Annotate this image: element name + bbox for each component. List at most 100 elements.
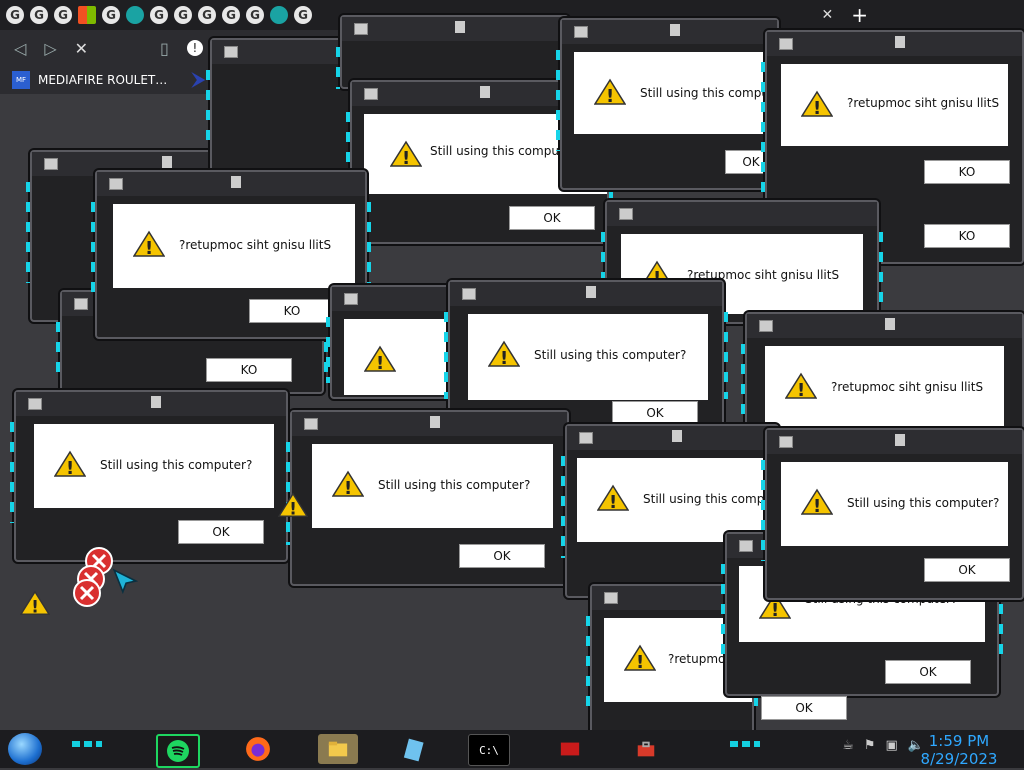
window-icon: [74, 298, 88, 310]
dialog-titlebar[interactable]: [342, 17, 567, 41]
ok-button[interactable]: KO: [924, 224, 1010, 248]
svg-text:!: !: [376, 353, 384, 373]
ok-button[interactable]: OK: [761, 696, 847, 720]
forward-icon[interactable]: ▷: [44, 39, 56, 58]
message-pane: ! Still using this computer?: [468, 314, 708, 400]
tab-icon[interactable]: G: [246, 6, 264, 24]
site-info-icon[interactable]: !: [186, 40, 203, 56]
alert-dialog[interactable]: ! Still using this computer? OK: [444, 280, 728, 429]
window-icon: [739, 540, 753, 552]
window-icon: [304, 418, 318, 430]
notes-icon[interactable]: [394, 734, 434, 764]
tab-icon[interactable]: G: [54, 6, 72, 24]
message-pane: ! Still using this computer?: [574, 52, 792, 134]
ok-button[interactable]: OK: [459, 544, 545, 568]
media-app-icon[interactable]: [550, 734, 590, 764]
dialog-titlebar[interactable]: [567, 426, 777, 450]
flag-icon[interactable]: ⚑: [864, 738, 876, 753]
firefox-icon[interactable]: [238, 734, 278, 764]
alert-dialog[interactable]: ! Still using this computer? OK: [761, 428, 1024, 600]
stop-loading-icon[interactable]: ✕: [75, 39, 88, 58]
toolbox-icon[interactable]: [626, 734, 666, 764]
window-icon: [354, 23, 368, 35]
start-button[interactable]: [8, 733, 42, 765]
warning-icon: !: [390, 140, 422, 168]
tab-icon[interactable]: [78, 6, 96, 24]
alert-dialog[interactable]: ! ?retupmoc siht gnisu llitS KO: [91, 170, 371, 339]
tab-icon[interactable]: G: [6, 6, 24, 24]
alert-dialog[interactable]: ! Still using this computer? OK: [286, 410, 573, 586]
svg-text:!: !: [771, 600, 779, 620]
taskbar: C:\ ☕ ⚑ ▣ 🔈 1:59 PM 8/29/2023: [0, 730, 1024, 768]
titlebar-marker: [894, 36, 905, 48]
svg-text:!: !: [289, 498, 297, 518]
new-tab-button[interactable]: +: [851, 3, 868, 27]
dialog-titlebar[interactable]: [292, 412, 567, 436]
ok-button[interactable]: OK: [612, 401, 698, 425]
warning-icon: !: [801, 488, 833, 516]
terminal-icon[interactable]: C:\: [468, 734, 510, 766]
tab-icon[interactable]: G: [150, 6, 168, 24]
svg-text:!: !: [145, 238, 153, 258]
tab-icon[interactable]: [270, 6, 288, 24]
message-pane: ! ?retupmoc siht gnisu llitS: [765, 346, 1004, 430]
tab-icon[interactable]: G: [198, 6, 216, 24]
ok-button[interactable]: KO: [249, 299, 335, 323]
warning-icon: !: [597, 484, 629, 512]
warning-icon: !: [785, 372, 817, 400]
ok-button[interactable]: KO: [924, 160, 1010, 184]
window-icon: [462, 288, 476, 300]
window-icon: [224, 46, 238, 58]
window-icon: [604, 592, 618, 604]
java-icon[interactable]: ☕: [842, 738, 854, 753]
svg-text:!: !: [813, 496, 821, 516]
alert-dialog[interactable]: ! Still using this computer? OK: [10, 390, 292, 562]
warning-icon: !: [20, 590, 50, 616]
alert-dialog[interactable]: ! Still using this computer? OK: [556, 18, 792, 190]
titlebar-marker: [479, 86, 490, 98]
back-icon[interactable]: ◁: [14, 39, 26, 58]
alert-dialog[interactable]: [336, 15, 573, 89]
dialog-titlebar[interactable]: [747, 314, 1022, 338]
svg-text:!: !: [344, 478, 352, 498]
message-pane: ! ?retupmoc siht gnisu llitS: [113, 204, 355, 288]
message-pane: ! Still using this computer?: [577, 458, 795, 542]
window-icon: [619, 208, 633, 220]
bookmark-icon[interactable]: ▯: [160, 39, 169, 58]
tab-icon[interactable]: G: [102, 6, 120, 24]
tab-icon[interactable]: G: [30, 6, 48, 24]
ok-button[interactable]: OK: [885, 660, 971, 684]
tab-icon[interactable]: [126, 6, 144, 24]
dialog-titlebar[interactable]: [767, 430, 1022, 454]
taskbar-decoration: [72, 741, 102, 747]
dialog-titlebar[interactable]: [607, 202, 877, 226]
ok-button[interactable]: OK: [509, 206, 595, 230]
window-icon: [779, 436, 793, 448]
ok-button[interactable]: KO: [206, 358, 292, 382]
bookmark-mediafire[interactable]: MEDIAFIRE ROULET…: [38, 73, 167, 87]
dialog-titlebar[interactable]: [97, 172, 365, 196]
spotify-icon[interactable]: [156, 734, 200, 768]
tab-icon[interactable]: G: [294, 6, 312, 24]
svg-text:!: !: [813, 98, 821, 118]
dialog-titlebar[interactable]: [16, 392, 286, 416]
clock-date: 8/29/2023: [920, 750, 998, 768]
ok-button[interactable]: OK: [924, 558, 1010, 582]
dialog-titlebar[interactable]: [450, 282, 722, 306]
window-icon: [109, 178, 123, 190]
tab-icon[interactable]: G: [174, 6, 192, 24]
network-icon[interactable]: ▣: [886, 738, 898, 753]
tab-icon[interactable]: G: [222, 6, 240, 24]
warning-icon: !: [133, 230, 165, 258]
svg-text:!: !: [797, 380, 805, 400]
close-tab-icon[interactable]: ✕: [822, 7, 834, 23]
dialog-titlebar[interactable]: [562, 20, 777, 44]
message-pane: ! ?retupmoc siht gnisu llitS: [781, 64, 1008, 146]
clock[interactable]: 1:59 PM 8/29/2023: [914, 730, 1004, 770]
error-icon: [73, 579, 101, 607]
ok-button[interactable]: OK: [178, 520, 264, 544]
window-icon: [364, 88, 378, 100]
titlebar-marker: [454, 21, 465, 33]
file-explorer-icon[interactable]: [318, 734, 358, 764]
dialog-titlebar[interactable]: [767, 32, 1022, 56]
